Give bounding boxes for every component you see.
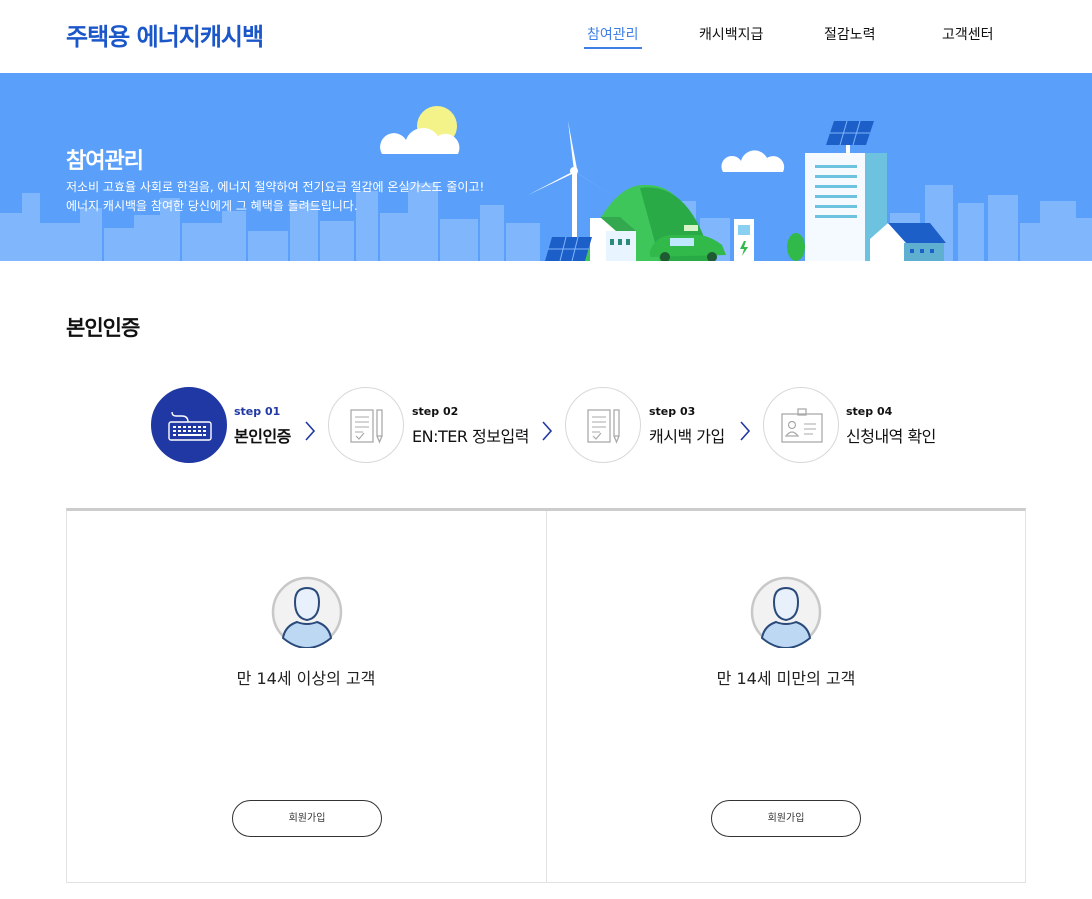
chevron-right-icon: [740, 421, 751, 441]
step-1-number: step 01: [234, 405, 281, 418]
step-2-label: EN:TER 정보입력: [412, 427, 529, 446]
document-pencil-icon: [587, 409, 620, 444]
nav-cashback-payment[interactable]: 캐시백지급: [699, 24, 763, 44]
document-pencil-icon: [350, 409, 383, 444]
page-title: 본인인증: [66, 316, 140, 340]
user-avatar-icon: [271, 576, 343, 648]
site-logo[interactable]: 주택용 에너지캐시백: [66, 17, 264, 52]
chevron-right-icon: [305, 421, 316, 441]
nav-saving-efforts[interactable]: 절감노력: [824, 24, 876, 44]
chevron-right-icon: [542, 421, 553, 441]
step-1-label: 본인인증: [234, 427, 291, 446]
step-2-circle: [328, 387, 404, 463]
step-2-number: step 02: [412, 405, 459, 418]
signup-button-age-under-14[interactable]: 회원가입: [711, 800, 861, 837]
banner-title: 참여관리: [66, 149, 144, 174]
step-1-circle: [151, 387, 227, 463]
banner-description-line2: 에너지 캐시백을 참여한 당신에게 그 혜택을 돌려드립니다.: [66, 199, 358, 213]
step-4-number: step 04: [846, 405, 893, 418]
panel-divider: [546, 511, 547, 883]
keyboard-icon: [168, 411, 212, 441]
hero-banner: 참여관리 저소비 고효율 사회로 한걸음, 에너지 절약하여 전기요금 절감에 …: [0, 73, 1092, 261]
signup-button-age-14-over[interactable]: 회원가입: [232, 800, 382, 837]
panel-age-14-over-label: 만 14세 이상의 고객: [236, 669, 376, 688]
id-card-icon: [781, 408, 823, 443]
step-3-circle: [565, 387, 641, 463]
nav-customer-center[interactable]: 고객센터: [942, 24, 994, 44]
panel-age-under-14-label: 만 14세 미만의 고객: [716, 669, 856, 688]
step-4-circle: [763, 387, 839, 463]
user-avatar-icon: [750, 576, 822, 648]
step-4-label: 신청내역 확인: [846, 427, 936, 446]
step-3-label: 캐시백 가입: [649, 427, 725, 446]
step-3-number: step 03: [649, 405, 696, 418]
nav-participation-management[interactable]: 참여관리: [584, 24, 642, 49]
banner-description-line1: 저소비 고효율 사회로 한걸음, 에너지 절약하여 전기요금 절감에 온실가스도…: [66, 180, 485, 194]
city-energy-illustration: [0, 106, 1092, 261]
header: 주택용 에너지캐시백 참여관리 캐시백지급 절감노력 고객센터: [0, 0, 1092, 73]
